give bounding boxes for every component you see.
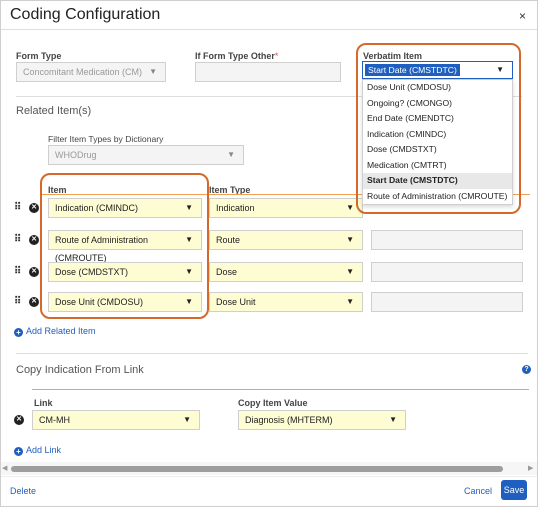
chevron-down-icon: ▼ [346, 297, 354, 306]
chevron-down-icon: ▼ [346, 267, 354, 276]
add-link-button[interactable]: + Add Link [14, 445, 61, 456]
item-type-select[interactable]: Dose Unit ▼ [209, 292, 363, 312]
chevron-down-icon: ▼ [346, 235, 354, 244]
item-type-value: Dose Unit [216, 297, 256, 307]
help-icon[interactable]: ? [522, 365, 531, 374]
add-related-item-label: Add Related Item [26, 326, 96, 336]
related-item-extra-input[interactable] [371, 230, 523, 250]
verbatim-item-dropdown: Dose Unit (CMDOSU) Ongoing? (CMONGO) End… [362, 79, 513, 205]
remove-icon[interactable]: ✕ [14, 415, 24, 425]
coding-configuration-dialog: Coding Configuration × Form Type Concomi… [0, 0, 538, 507]
dialog-title: Coding Configuration [10, 6, 161, 23]
header-divider [1, 29, 537, 30]
filter-dictionary-select[interactable]: WHODrug ▼ [48, 145, 244, 165]
form-type-other-label-text: If Form Type Other [195, 51, 275, 61]
item-type-select[interactable]: Indication ▼ [209, 198, 363, 218]
dropdown-option[interactable]: Indication (CMINDC) [363, 127, 512, 143]
save-button[interactable]: Save [501, 480, 527, 500]
chevron-down-icon: ▼ [389, 415, 397, 424]
cancel-button[interactable]: Cancel [464, 486, 492, 496]
form-type-other-input[interactable] [195, 62, 341, 82]
dropdown-option-selected[interactable]: Start Date (CMSTDTC) [363, 173, 512, 189]
link-select[interactable]: CM-MH ▼ [32, 410, 200, 430]
plus-icon: + [14, 328, 23, 337]
form-type-select[interactable]: Concomitant Medication (CM) ▼ [16, 62, 166, 82]
section-divider [16, 353, 528, 354]
chevron-down-icon: ▼ [346, 203, 354, 212]
copy-item-value-column-header: Copy Item Value [238, 398, 308, 408]
drag-handle-icon[interactable]: ⠿ [14, 296, 21, 307]
chevron-down-icon: ▼ [149, 67, 157, 76]
related-item-extra-input[interactable] [371, 292, 523, 312]
remove-icon[interactable]: ✕ [29, 297, 39, 307]
dropdown-option[interactable]: Dose Unit (CMDOSU) [363, 80, 512, 96]
close-icon[interactable]: × [519, 9, 526, 23]
item-type-value: Indication [216, 203, 255, 213]
copy-item-value: Diagnosis (MHTERM) [245, 415, 333, 425]
link-column-header: Link [34, 398, 53, 408]
add-link-label: Add Link [26, 445, 62, 455]
item-type-value: Route [216, 235, 241, 245]
remove-icon[interactable]: ✕ [29, 267, 39, 277]
item-type-value: Dose [216, 267, 238, 277]
remove-icon[interactable]: ✕ [29, 235, 39, 245]
remove-icon[interactable]: ✕ [29, 203, 39, 213]
scrollbar-thumb[interactable] [11, 466, 503, 472]
scroll-left-icon[interactable]: ◀ [2, 464, 7, 472]
scroll-right-icon[interactable]: ▶ [528, 464, 533, 472]
link-value: CM-MH [39, 415, 70, 425]
form-type-other-label: If Form Type Other* [195, 51, 278, 61]
dropdown-option[interactable]: Medication (CMTRT) [363, 158, 512, 174]
dropdown-option[interactable]: End Date (CMENDTC) [363, 111, 512, 127]
form-type-value: Concomitant Medication (CM) [23, 67, 143, 77]
item-column-highlight [40, 173, 209, 319]
chevron-down-icon: ▼ [227, 150, 235, 159]
dropdown-option[interactable]: Dose (CMDSTXT) [363, 142, 512, 158]
filter-dictionary-label: Filter Item Types by Dictionary [48, 134, 164, 144]
dropdown-option[interactable]: Ongoing? (CMONGO) [363, 96, 512, 112]
related-item-extra-input[interactable] [371, 262, 523, 282]
drag-handle-icon[interactable]: ⠿ [14, 266, 21, 277]
copy-item-value-select[interactable]: Diagnosis (MHTERM) ▼ [238, 410, 406, 430]
item-type-select[interactable]: Dose ▼ [209, 262, 363, 282]
item-type-select[interactable]: Route ▼ [209, 230, 363, 250]
footer-divider [1, 476, 537, 477]
drag-handle-icon[interactable]: ⠿ [14, 234, 21, 245]
add-related-item-button[interactable]: + Add Related Item [14, 326, 96, 337]
required-mark: * [274, 51, 279, 61]
plus-icon: + [14, 447, 23, 456]
section-accent-divider [32, 389, 529, 390]
related-items-title: Related Item(s) [16, 105, 92, 117]
delete-button[interactable]: Delete [10, 486, 36, 496]
drag-handle-icon[interactable]: ⠿ [14, 202, 21, 213]
chevron-down-icon: ▼ [183, 415, 191, 424]
form-type-label: Form Type [16, 51, 62, 61]
dropdown-option[interactable]: Route of Administration (CMROUTE) [363, 189, 512, 205]
copy-indication-title: Copy Indication From Link [16, 364, 144, 376]
filter-dictionary-value: WHODrug [55, 150, 97, 160]
